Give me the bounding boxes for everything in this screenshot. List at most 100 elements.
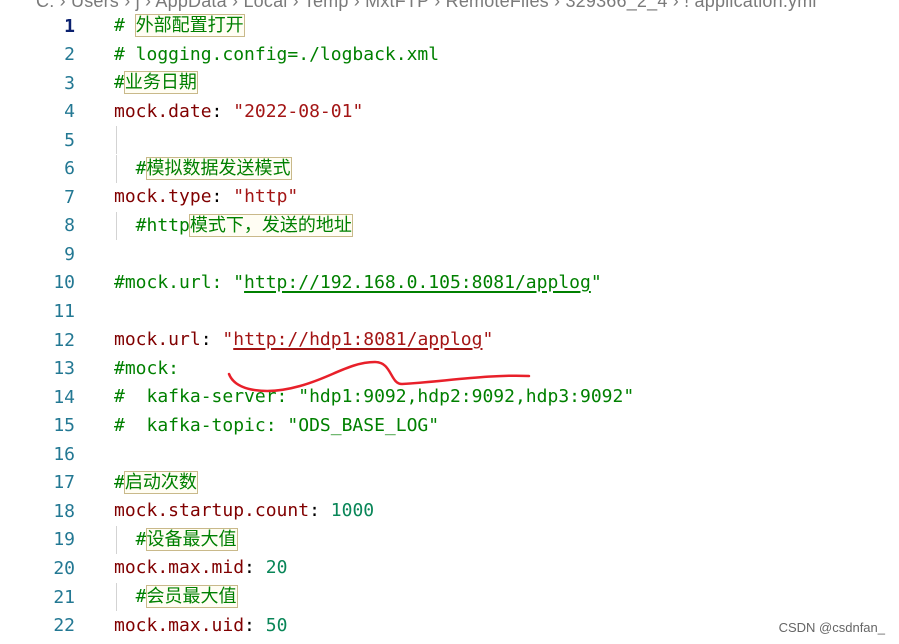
line-number: 14 [53, 386, 75, 408]
code-token: 模式下，发送的地址 [188, 213, 353, 237]
line-number: 17 [53, 472, 75, 494]
indent-guide [116, 126, 117, 155]
line-number: 22 [53, 615, 75, 637]
code-line[interactable]: 14 # kafka-server: "hdp1:9092,hdp2:9092,h… [0, 383, 899, 411]
code-text[interactable]: # 外部配置打开 [114, 12, 245, 40]
code-line[interactable]: 18 mock.startup.count: 1000 [0, 497, 899, 525]
code-line[interactable]: 21 #会员最大值 [0, 583, 899, 611]
code-token: : [211, 186, 234, 208]
code-token: #mock.url: " [114, 271, 245, 293]
code-text[interactable]: #http模式下，发送的地址 [114, 212, 353, 240]
code-token: # kafka-topic: "ODS_BASE_LOG" [114, 414, 440, 436]
code-token: 20 [265, 557, 288, 579]
code-token: 设备最大值 [145, 527, 238, 551]
line-number: 11 [53, 301, 75, 322]
code-line[interactable]: 6 #模拟数据发送模式 [0, 154, 899, 183]
code-text[interactable]: #mock: [114, 355, 179, 383]
line-number: 15 [53, 415, 75, 437]
line-number: 4 [64, 101, 75, 123]
code-editor[interactable]: 1 # 外部配置打开 2 # logging.config=./logback.xml… [0, 12, 899, 644]
line-number: 6 [64, 158, 75, 180]
code-line[interactable]: 3 #业务日期 [0, 69, 899, 97]
code-token: : [309, 500, 331, 522]
code-text[interactable]: mock.startup.count: 1000 [114, 497, 374, 525]
code-token: " [482, 329, 494, 351]
code-token: http://hdp1:8081/applog [233, 329, 483, 351]
code-text[interactable]: #启动次数 [114, 469, 198, 497]
code-token: "http" [233, 186, 299, 208]
breadcrumb[interactable]: C: › Users › j › AppData › Local › Temp … [0, 0, 899, 12]
code-text[interactable]: # kafka-server: "hdp1:9092,hdp2:9092,hdp… [114, 383, 634, 411]
code-line[interactable]: 22 mock.max.uid: 50 [0, 612, 899, 640]
code-line[interactable]: 17 #启动次数 [0, 469, 899, 497]
code-token: : [211, 100, 234, 122]
code-text[interactable]: mock.type: "http" [114, 183, 298, 211]
line-number: 7 [64, 186, 75, 208]
code-text[interactable]: mock.url: "http://hdp1:8081/applog" [114, 326, 493, 354]
code-line[interactable]: 9 [0, 240, 899, 268]
breadcrumb-path[interactable]: C: › Users › j › AppData › Local › Temp … [36, 0, 817, 12]
code-text[interactable]: #mock.url: "http://192.168.0.105:8081/ap… [114, 269, 602, 297]
line-number: 20 [53, 557, 75, 579]
code-text[interactable]: mock.max.uid: 50 [114, 612, 287, 640]
code-line[interactable]: 4 mock.date: "2022-08-01" [0, 98, 899, 126]
code-token: 外部配置打开 [134, 14, 245, 37]
line-number: 16 [53, 443, 75, 465]
code-line[interactable]: 5 [0, 126, 899, 155]
code-token: mock.startup.count [114, 500, 310, 522]
code-token: http://192.168.0.105:8081/applog [244, 271, 591, 293]
line-number: 8 [64, 215, 75, 237]
code-token: # [114, 15, 136, 36]
line-number: 10 [53, 272, 75, 294]
code-line[interactable]: 13 #mock: [0, 355, 899, 383]
code-text[interactable]: #会员最大值 [114, 583, 238, 611]
line-number: 21 [53, 586, 75, 608]
code-token: 1000 [330, 500, 375, 522]
code-line[interactable]: 2 # logging.config=./logback.xml [0, 41, 899, 69]
code-token: # [114, 471, 125, 493]
line-number: 2 [64, 44, 75, 66]
line-number: 3 [64, 72, 75, 94]
code-text[interactable]: #模拟数据发送模式 [114, 155, 292, 183]
code-token: mock.date [114, 100, 212, 122]
code-line[interactable]: 19 #设备最大值 [0, 525, 899, 554]
code-token: # logging.config=./logback.xml [114, 43, 440, 65]
code-line[interactable]: 1 # 外部配置打开 [0, 12, 899, 40]
line-number: 19 [53, 529, 75, 551]
code-token: : [200, 329, 223, 351]
code-line[interactable]: 20 mock.max.mid: 20 [0, 554, 899, 582]
code-token: # kafka-server: "hdp1:9092,hdp2:9092,hdp… [114, 386, 635, 408]
code-token: # [114, 72, 125, 94]
code-line[interactable]: 16 [0, 440, 899, 468]
line-number: 12 [53, 329, 75, 351]
code-line[interactable]: 12 mock.url: "http://hdp1:8081/applog" [0, 326, 899, 354]
code-token: #http [114, 214, 190, 236]
code-line[interactable]: 11 [0, 298, 899, 326]
code-text[interactable]: mock.max.mid: 20 [114, 554, 287, 582]
code-token: mock.url [114, 329, 201, 351]
code-token: 50 [265, 614, 288, 636]
code-text[interactable]: #设备最大值 [114, 526, 238, 554]
line-number: 1 [64, 15, 75, 37]
code-token: 会员最大值 [145, 585, 238, 608]
code-line[interactable]: 10 #mock.url: "http://192.168.0.105:8081/… [0, 269, 899, 297]
watermark: CSDN @csdnfan_ [778, 620, 885, 635]
code-line[interactable]: 15 # kafka-topic: "ODS_BASE_LOG" [0, 412, 899, 440]
code-text[interactable]: mock.date: "2022-08-01" [114, 98, 363, 126]
code-line[interactable]: 8 #http模式下，发送的地址 [0, 211, 899, 240]
line-number: 5 [64, 129, 75, 151]
line-number: 13 [53, 358, 75, 380]
code-token: mock.max.mid [114, 557, 245, 579]
code-token: # [114, 157, 147, 179]
code-token: 模拟数据发送模式 [145, 156, 292, 180]
code-token: "2022-08-01" [233, 100, 364, 122]
code-text[interactable]: # logging.config=./logback.xml [114, 41, 439, 69]
code-token: " [590, 271, 602, 293]
code-line[interactable]: 7 mock.type: "http" [0, 183, 899, 211]
code-token: 业务日期 [123, 71, 198, 95]
code-token: : [244, 557, 266, 579]
code-token: 启动次数 [123, 470, 198, 494]
code-token: # [114, 528, 147, 550]
code-text[interactable]: #业务日期 [114, 69, 198, 97]
code-text[interactable]: # kafka-topic: "ODS_BASE_LOG" [114, 412, 439, 440]
